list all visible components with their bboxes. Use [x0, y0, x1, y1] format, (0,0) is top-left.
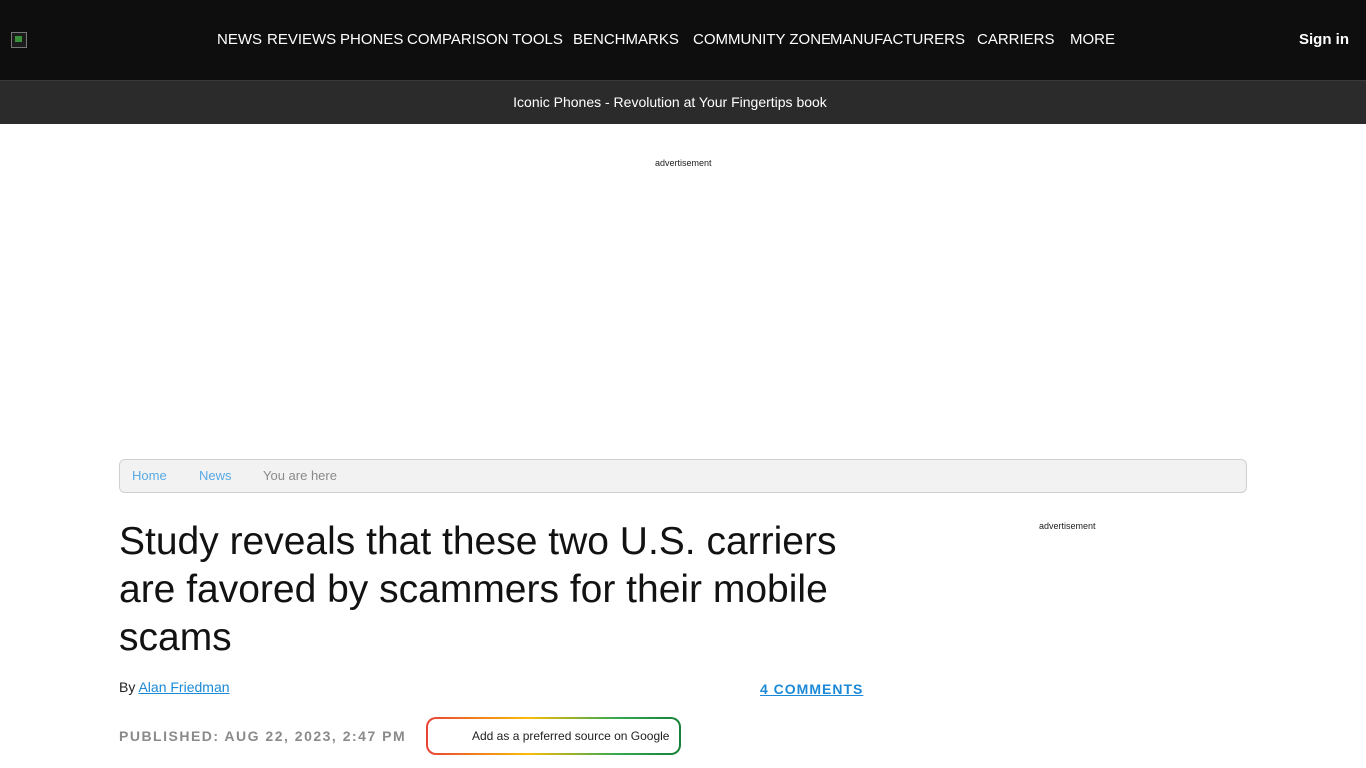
article-byline: By Alan Friedman	[119, 679, 230, 696]
nav-community-zone[interactable]: COMMUNITY ZONE	[693, 31, 831, 49]
promo-link[interactable]: Iconic Phones - Revolution at Your Finge…	[0, 94, 1340, 111]
comments-link[interactable]: 4 COMMENTS	[760, 681, 863, 698]
preferred-source-label: Add as a preferred source on Google	[472, 729, 670, 743]
breadcrumb-news[interactable]: News	[199, 468, 232, 484]
top-navigation-bar: NEWS REVIEWS PHONES COMPARISON TOOLS BEN…	[0, 0, 1366, 80]
nav-phones[interactable]: PHONES	[340, 31, 403, 49]
breadcrumb-current: You are here	[263, 468, 337, 483]
article-title: Study reveals that these two U.S. carrie…	[119, 520, 837, 659]
nav-carriers[interactable]: CARRIERS	[977, 31, 1055, 49]
promo-banner: Iconic Phones - Revolution at Your Finge…	[0, 80, 1366, 124]
breadcrumb-home[interactable]: Home	[132, 468, 167, 484]
nav-reviews[interactable]: REVIEWS	[267, 31, 336, 49]
side-advertisement-label: advertisement	[1039, 521, 1096, 531]
top-advertisement-label: advertisement	[655, 158, 712, 168]
published-date: PUBLISHED: AUG 22, 2023, 2:47 PM	[119, 728, 407, 744]
nav-benchmarks[interactable]: BENCHMARKS	[573, 31, 679, 49]
nav-manufacturers[interactable]: MANUFACTURERS	[830, 31, 965, 49]
nav-comparison-tools[interactable]: COMPARISON TOOLS	[407, 31, 563, 49]
nav-news[interactable]: NEWS	[217, 31, 262, 49]
sign-in-button[interactable]: Sign in	[1299, 31, 1349, 49]
google-g-icon	[443, 730, 456, 742]
breadcrumb: Home News You are here	[119, 459, 1247, 493]
nav-more[interactable]: MORE	[1070, 31, 1115, 49]
site-logo[interactable]	[11, 32, 27, 48]
author-link[interactable]: Alan Friedman	[138, 679, 229, 695]
byline-prefix: By	[119, 679, 136, 695]
preferred-source-button[interactable]: Add as a preferred source on Google	[426, 717, 681, 755]
